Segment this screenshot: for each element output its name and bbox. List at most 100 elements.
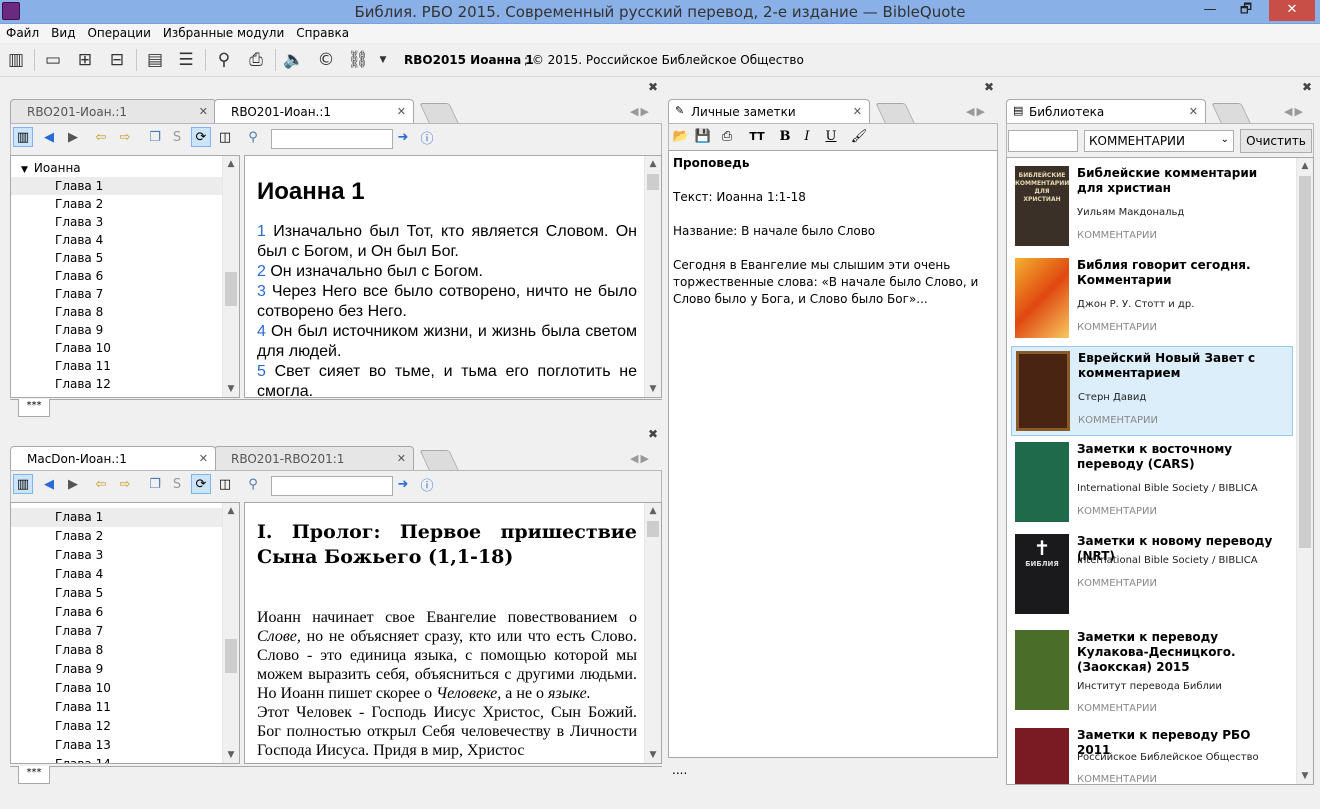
text-scrollbar[interactable]: ▲ ▼ [644,156,661,397]
close-panel-icon[interactable]: ✖ [648,427,658,441]
tree-item[interactable]: Глава 1 [11,177,239,195]
open-icon[interactable]: 📂 [671,126,691,146]
tree-item[interactable]: Глава 7 [11,285,239,303]
quick-search-input[interactable] [271,476,393,496]
menu-view[interactable]: Вид [45,24,81,40]
tree-item[interactable]: Глава 8 [11,641,239,660]
new-tab-button[interactable] [419,103,459,123]
tab-rbo-1[interactable]: RBO201-Иоан.:1 ✕ [10,99,216,123]
minimize-button[interactable]: — [1197,0,1223,21]
tree-item[interactable]: Глава 6 [11,267,239,285]
menu-favorites[interactable]: Избранные модули [157,24,290,40]
tree-root[interactable]: ▼ Иоанна [11,159,239,177]
parallel-icon[interactable]: ◫ [215,474,235,494]
save-icon[interactable]: 💾 [693,126,713,146]
copy-icon[interactable]: ❐ [145,127,165,147]
tree-item[interactable]: Глава 10 [11,339,239,357]
back-icon[interactable]: ◀ [39,127,59,147]
library-scrollbar[interactable]: ▲ ▼ [1296,158,1313,784]
verse-number[interactable]: 2 [257,263,266,280]
search-icon[interactable]: ⚲ [211,47,237,73]
notes-icon[interactable]: ☰ [173,47,199,73]
sync-icon[interactable]: ⟳ [191,474,211,494]
library-book[interactable]: Библия говорит сегодня. Комментарии Джон… [1011,254,1293,344]
tree-item[interactable]: Глава 14 [11,755,239,763]
tree-item[interactable]: Глава 12 [11,375,239,393]
tree-item[interactable]: Глава 13 [11,736,239,755]
sound-icon[interactable]: 🔈 [281,47,307,73]
copy-icon[interactable]: ❐ [145,474,165,494]
tree-item[interactable]: Глава 3 [11,546,239,565]
tree-item[interactable]: Глава 11 [11,357,239,375]
library-book[interactable]: БИБЛЕЙСКИЕ КОММЕНТАРИИ ДЛЯ ХРИСТИАН Библ… [1011,162,1293,252]
tree-item[interactable]: Глава 6 [11,603,239,622]
tab-close-icon[interactable]: ✕ [397,452,406,465]
tree-item[interactable]: Глава 7 [11,622,239,641]
tab-scroll-arrows[interactable]: ◀▶ [630,452,651,465]
tab-close-icon[interactable]: ✕ [199,105,208,118]
tab-scroll-arrows[interactable]: ◀▶ [630,105,651,118]
tab-scroll-arrows[interactable]: ◀▶ [966,105,987,118]
tree-item[interactable]: Глава 4 [11,565,239,584]
layout-icon[interactable]: ▥ [3,47,29,73]
library-book[interactable]: Заметки к переводу РБО 2011 Российское Б… [1011,724,1293,784]
clear-button[interactable]: Очистить [1240,129,1312,153]
restore-button[interactable]: 🗗 [1223,0,1269,21]
close-window-button[interactable]: ✕ [1269,0,1315,21]
next-chapter-icon[interactable]: ⇨ [115,474,135,494]
bottom-tab[interactable]: *** [18,766,50,784]
library-book[interactable]: Заметки к восточному переводу (CARS) Int… [1011,438,1293,528]
tree-item[interactable]: Глава 9 [11,321,239,339]
tree-item[interactable]: Глава 5 [11,249,239,267]
new-window-icon[interactable]: ▭ [40,47,66,73]
category-select[interactable]: КОММЕНТАРИИ ⌄ [1084,130,1234,152]
menu-operations[interactable]: Операции [81,24,156,40]
menu-file[interactable]: Файл [0,24,45,40]
tree-item[interactable]: Глава 9 [11,660,239,679]
tree-item[interactable]: Глава 1 [11,508,239,527]
next-chapter-icon[interactable]: ⇨ [115,127,135,147]
tree-item[interactable]: Глава 5 [11,584,239,603]
add-window-icon[interactable]: ⊞ [72,47,98,73]
tree-item[interactable]: Глава 2 [11,527,239,546]
info-icon[interactable]: ⓘ [417,127,437,147]
tab-notes[interactable]: ✎ Личные заметки ✕ [668,99,870,123]
new-tab-button[interactable] [875,103,915,123]
close-panel-icon[interactable]: ✖ [984,80,994,94]
go-icon[interactable]: ➜ [393,127,413,147]
prev-chapter-icon[interactable]: ⇦ [91,474,111,494]
tree-item[interactable]: Глава 10 [11,679,239,698]
link-icon[interactable]: ⛓ [345,47,371,73]
tab-close-icon[interactable]: ✕ [1189,105,1198,118]
strong-numbers-icon[interactable]: S [167,474,187,494]
info-icon[interactable]: ⓘ [417,474,437,494]
bold-icon[interactable]: B [775,126,795,146]
strong-numbers-icon[interactable]: S [167,127,187,147]
close-panel-icon[interactable]: ✖ [648,80,658,94]
forward-icon[interactable]: ▶ [63,474,83,494]
print-icon[interactable]: ⎙ [717,126,737,146]
tree-item[interactable]: Глава 11 [11,698,239,717]
bottom-tab[interactable]: *** [18,399,50,417]
close-window-icon[interactable]: ⊟ [104,47,130,73]
print-icon[interactable]: ⎙ [243,47,269,73]
back-icon[interactable]: ◀ [39,474,59,494]
sync-icon[interactable]: ⟳ [191,127,211,147]
tree-item[interactable]: Глава 3 [11,213,239,231]
verse-number[interactable]: 5 [257,363,266,380]
italic-icon[interactable]: I [797,126,817,146]
tree-item[interactable]: Глава 4 [11,231,239,249]
tab-rbo-rbo[interactable]: RBO201-RBO201:1 ✕ [214,446,414,470]
tree-scrollbar[interactable]: ▲ ▼ [222,503,239,763]
tab-close-icon[interactable]: ✕ [853,105,862,118]
toggle-tree-icon[interactable]: ▥ [13,127,33,147]
highlight-icon[interactable]: 🖌 [849,126,869,146]
tab-rbo-2[interactable]: RBO201-Иоан.:1 ✕ [214,99,414,123]
forward-icon[interactable]: ▶ [63,127,83,147]
tree-item[interactable]: Глава 8 [11,303,239,321]
link-dropdown-icon[interactable]: ▼ [374,47,392,73]
tab-library[interactable]: ▤ Библиотека ✕ [1006,99,1206,123]
notes-editor[interactable]: Проповедь Текст: Иоанна 1:1-18 Название:… [668,150,998,758]
new-tab-button[interactable] [1211,103,1251,123]
go-icon[interactable]: ➜ [393,474,413,494]
